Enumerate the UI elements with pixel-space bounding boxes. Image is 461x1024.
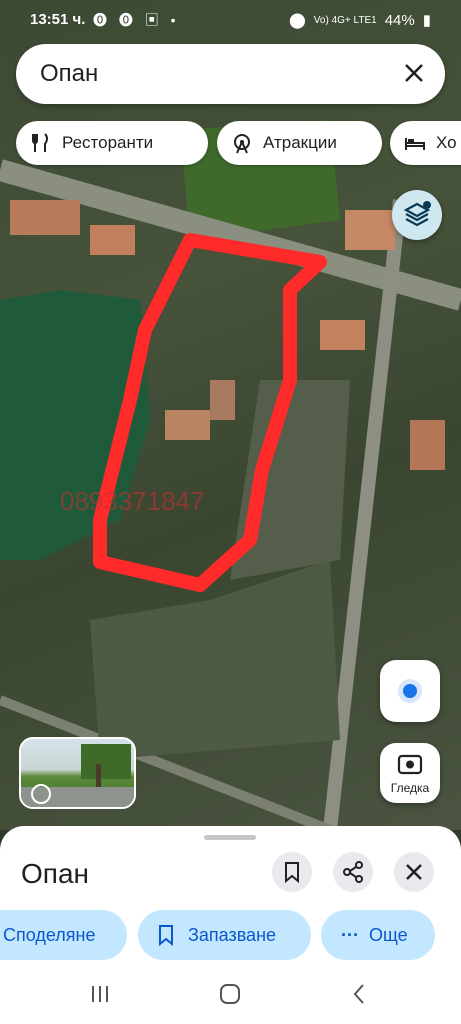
battery-icon: ▮	[422, 12, 431, 29]
street-view-thumbnail[interactable]	[19, 737, 136, 809]
place-title: Опан	[21, 858, 89, 889]
search-query[interactable]: Опан	[40, 60, 98, 88]
map-watermark: 0893371847	[60, 486, 205, 516]
search-bar[interactable]: Опан	[16, 44, 445, 104]
chip-restaurants[interactable]: Ресторанти	[16, 121, 208, 165]
battery-text: 44%	[384, 11, 415, 29]
layers-button[interactable]	[392, 190, 442, 240]
notification-icons: ⓿ ⓿ ▣ •	[93, 12, 180, 28]
map-field	[90, 560, 340, 760]
action-label: Още	[368, 924, 408, 945]
map-building	[410, 420, 445, 470]
recent-apps-icon[interactable]	[88, 982, 112, 1006]
share-icon	[343, 861, 363, 883]
my-location-button[interactable]	[380, 660, 440, 722]
home-icon[interactable]	[218, 982, 242, 1006]
close-icon[interactable]	[399, 58, 429, 88]
map-building	[10, 200, 80, 235]
status-bar: 13:51 ч. ⓿ ⓿ ▣ • ⬤ Vo) 4G+ LTE1 44% ▮	[0, 0, 461, 40]
close-icon	[406, 864, 422, 880]
chip-label: Атракции	[263, 133, 337, 152]
network-indicator: Vo) 4G+ LTE1	[313, 14, 377, 26]
location-icon: ⬤	[289, 12, 306, 29]
chip-hotels[interactable]: Хо	[390, 121, 461, 165]
map-building	[165, 410, 210, 440]
lens-view-button[interactable]: Гледка	[380, 743, 440, 803]
location-dot-icon	[398, 679, 422, 703]
save-action-button[interactable]: Запазване	[138, 910, 311, 960]
action-label: Споделяне	[3, 924, 96, 945]
clock: 13:51 ч.	[30, 11, 86, 28]
more-action-button[interactable]: ··· Още	[321, 910, 435, 960]
status-right: ⬤ Vo) 4G+ LTE1 44% ▮	[289, 11, 431, 30]
map-building	[210, 380, 235, 420]
fork-knife-icon	[32, 133, 48, 152]
drag-handle[interactable]	[204, 835, 256, 840]
close-sheet-button[interactable]	[394, 852, 434, 892]
share-action-button[interactable]: Споделяне	[0, 910, 127, 960]
map-building	[345, 210, 395, 250]
chip-label: Хо	[436, 133, 457, 152]
ferris-wheel-icon	[234, 134, 250, 154]
street-view-image	[21, 744, 134, 807]
action-label: Запазване	[188, 924, 277, 945]
chip-label: Ресторанти	[62, 133, 154, 152]
save-place-button[interactable]	[272, 852, 312, 892]
map-building	[90, 225, 135, 255]
back-icon[interactable]	[348, 982, 372, 1006]
place-sheet[interactable]: Опан Споделяне Запазване ··· Още	[0, 826, 461, 1024]
lens-label: Гледка	[390, 781, 430, 795]
system-nav-bar	[0, 970, 461, 1024]
layers-icon	[403, 201, 431, 227]
camera-icon	[397, 754, 423, 775]
bookmark-icon	[285, 862, 299, 884]
chip-attractions[interactable]: Атракции	[217, 121, 382, 165]
share-place-button[interactable]	[333, 852, 373, 892]
more-dots-icon: ···	[341, 924, 359, 945]
map-building	[320, 320, 365, 350]
bed-icon	[405, 138, 425, 150]
bookmark-icon	[159, 925, 173, 946]
